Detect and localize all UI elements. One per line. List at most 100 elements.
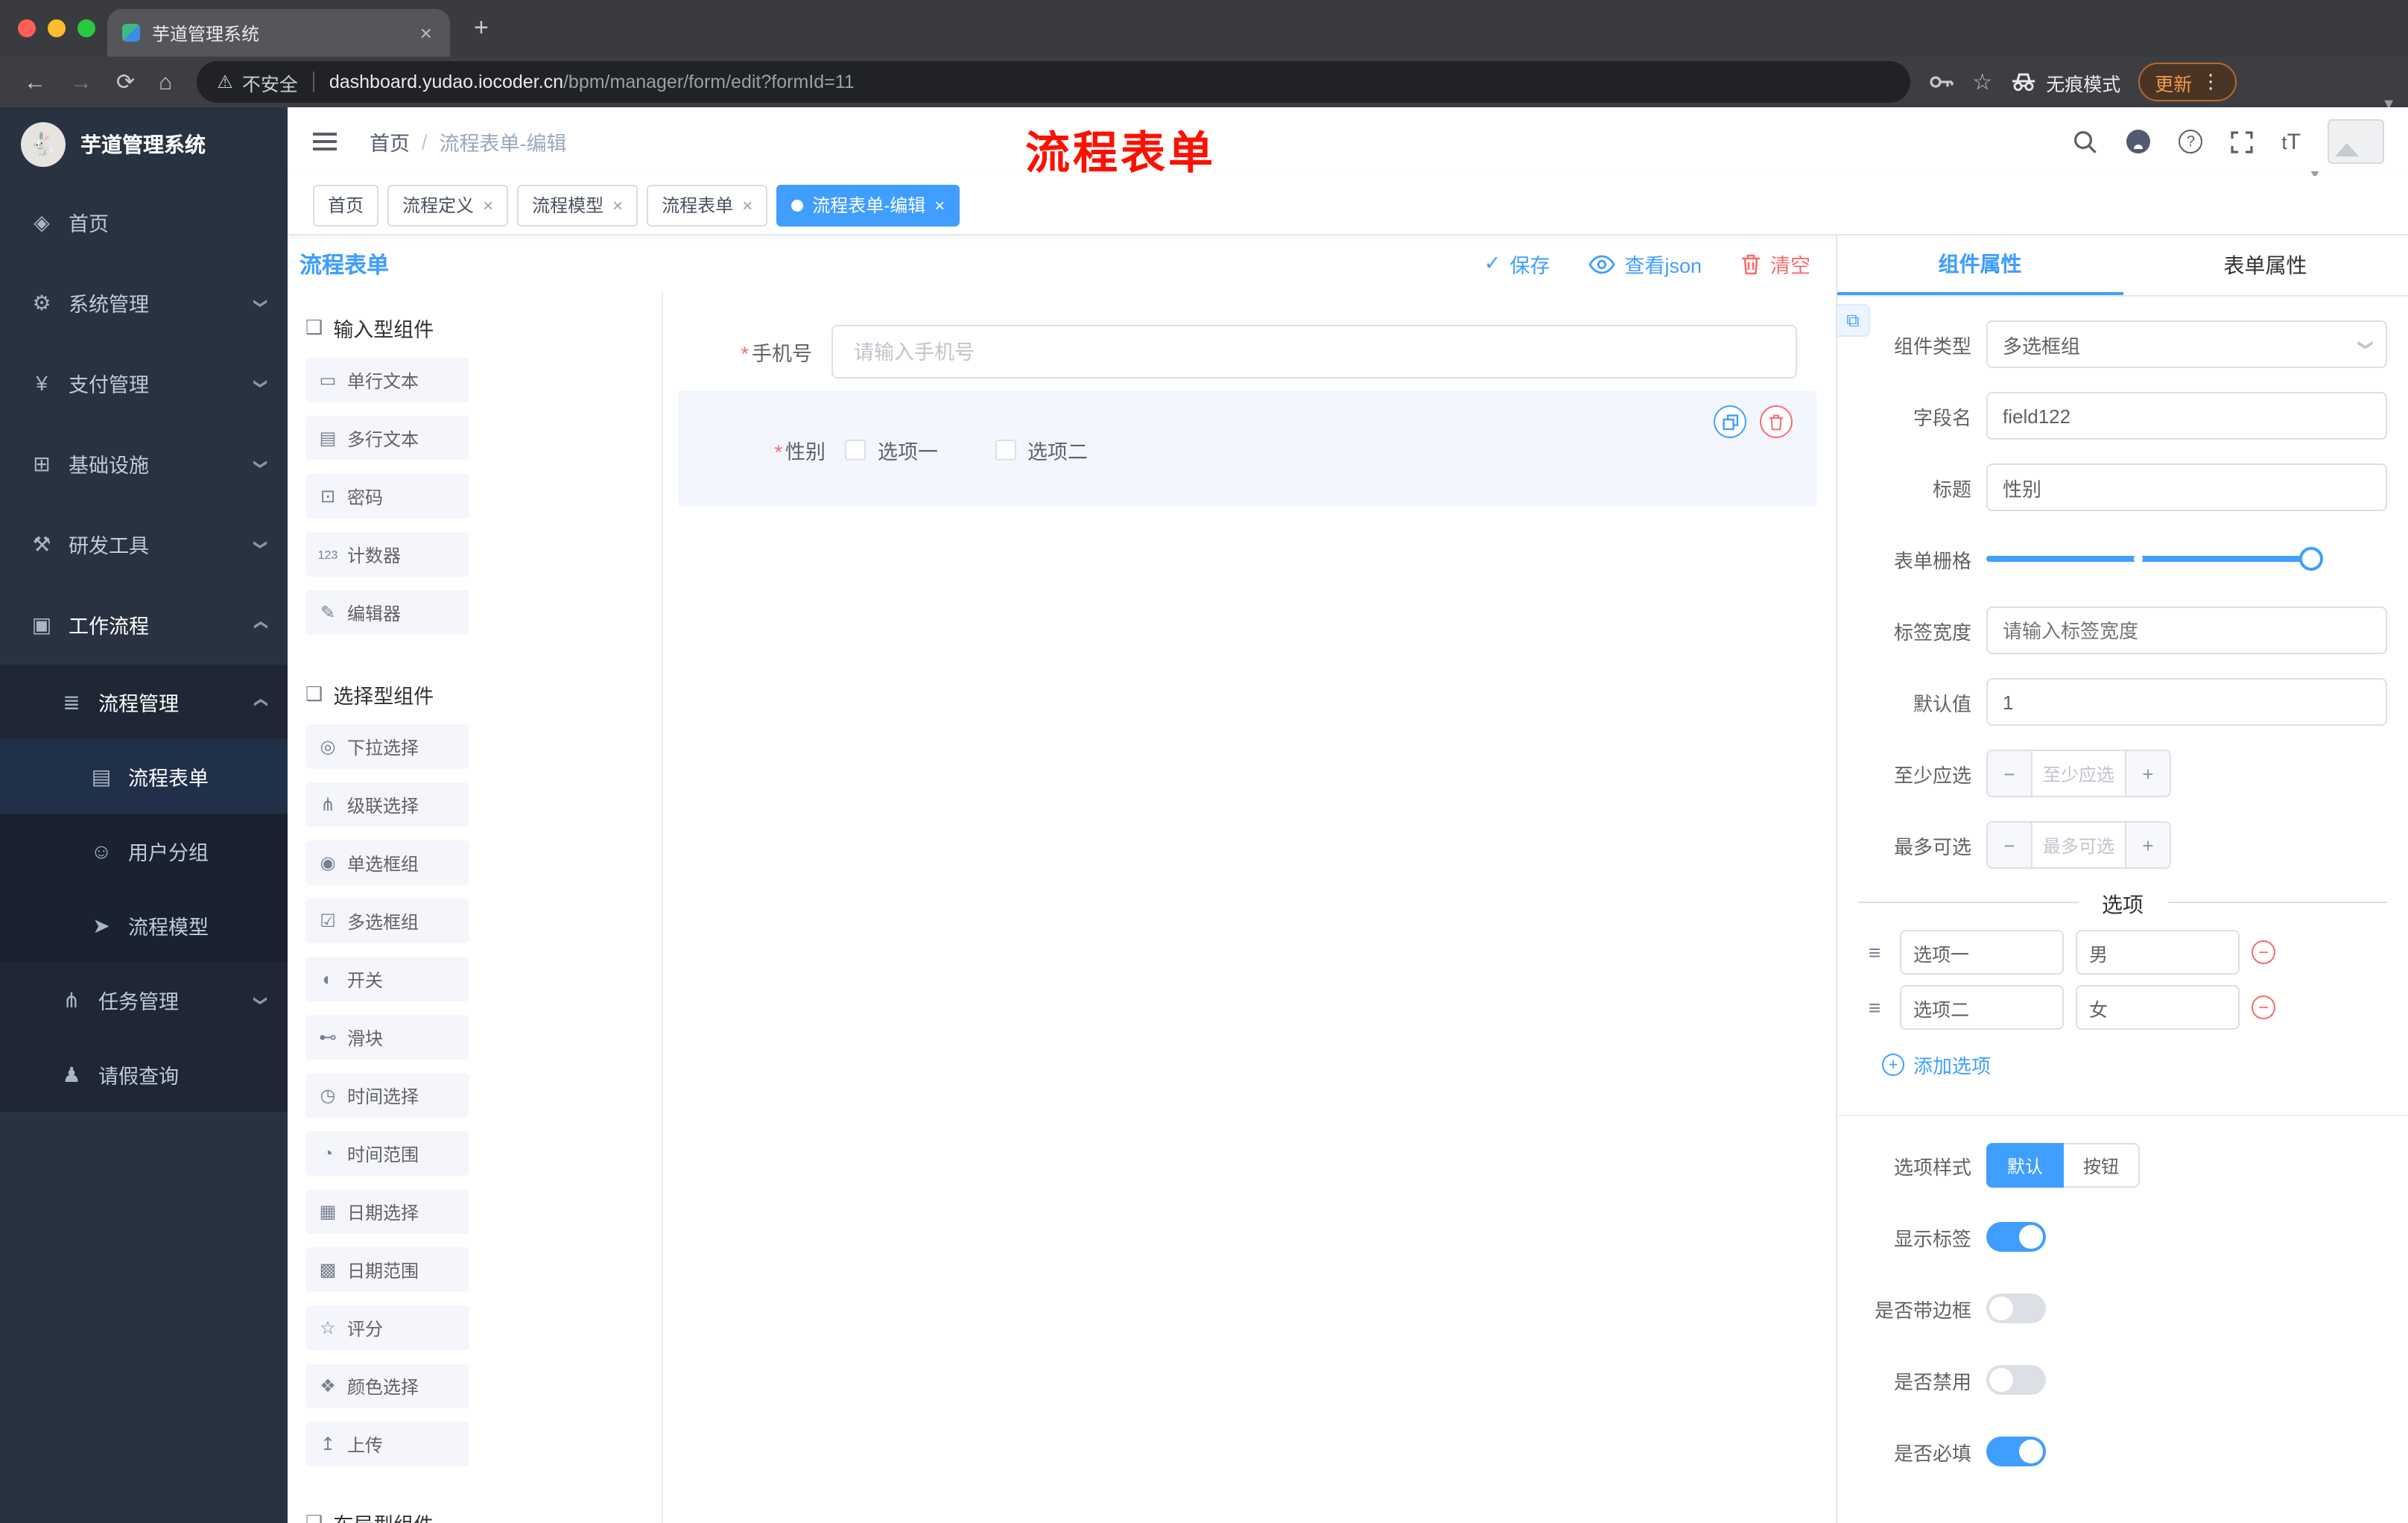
palette-item-cascader[interactable]: ⋔ 级联选择 bbox=[305, 782, 469, 827]
update-button[interactable]: 更新 ⋮ bbox=[2138, 63, 2237, 101]
minus-button[interactable]: − bbox=[1988, 823, 2032, 867]
home-icon[interactable]: ⌂ bbox=[159, 69, 172, 95]
delete-widget-button[interactable] bbox=[1760, 405, 1793, 438]
palette-item-date-picker[interactable]: ▦ 日期选择 bbox=[305, 1189, 469, 1234]
slider-handle[interactable] bbox=[2299, 547, 2323, 571]
title-input[interactable] bbox=[1986, 463, 2387, 511]
breadcrumb-home[interactable]: 首页 bbox=[370, 127, 410, 156]
sidebar-item-process-form[interactable]: ▤ 流程表单 bbox=[0, 739, 288, 814]
link-icon[interactable]: ⧉ bbox=[1837, 304, 1870, 337]
palette-item-select[interactable]: ◎ 下拉选择 bbox=[305, 724, 469, 769]
field-name-input[interactable] bbox=[1986, 392, 2387, 440]
default-value-input[interactable] bbox=[1986, 678, 2387, 726]
drag-handle-icon[interactable]: ≡ bbox=[1861, 940, 1888, 964]
gender-option-1[interactable]: 选项一 bbox=[845, 435, 938, 465]
option-label-input[interactable] bbox=[1900, 985, 2064, 1030]
close-icon[interactable]: × bbox=[742, 194, 752, 215]
key-icon[interactable] bbox=[1927, 70, 1954, 94]
sidebar-item-devtools[interactable]: ⚒ 研发工具 ❯ bbox=[0, 504, 288, 584]
sidebar-item-home[interactable]: ◈ 首页 bbox=[0, 182, 288, 262]
remove-option-icon[interactable]: − bbox=[2252, 940, 2275, 964]
component-type-select[interactable]: 多选框组 ❯ bbox=[1986, 320, 2387, 368]
new-tab-button[interactable]: + bbox=[474, 14, 489, 42]
sidebar-item-infrastructure[interactable]: ⊞ 基础设施 ❯ bbox=[0, 423, 288, 504]
remove-option-icon[interactable]: − bbox=[2252, 995, 2275, 1019]
plus-button[interactable]: + bbox=[2125, 751, 2170, 796]
sidebar-item-workflow[interactable]: ▣ 工作流程 ❯ bbox=[0, 584, 288, 665]
palette-item-checkbox-group[interactable]: ☑ 多选框组 bbox=[305, 899, 469, 943]
add-option-button[interactable]: + 添加选项 bbox=[1882, 1051, 2408, 1079]
palette-item-text-field[interactable]: ▭ 单行文本 bbox=[305, 358, 469, 402]
grid-slider[interactable] bbox=[1986, 547, 2323, 571]
plus-button[interactable]: + bbox=[2125, 823, 2170, 867]
palette-item-radio-group[interactable]: ◉ 单选框组 bbox=[305, 840, 469, 885]
sidebar-item-task-management[interactable]: ⋔ 任务管理 ❯ bbox=[0, 963, 288, 1037]
palette-item-password[interactable]: ⊡ 密码 bbox=[305, 474, 469, 519]
palette-item-time-range[interactable]: ◔ 时间范围 bbox=[305, 1131, 469, 1176]
option-value-input[interactable] bbox=[2076, 930, 2240, 975]
tag-process-form[interactable]: 流程表单 × bbox=[647, 184, 768, 226]
option-label-input[interactable] bbox=[1900, 930, 2064, 975]
palette-item-time-picker[interactable]: ◷ 时间选择 bbox=[305, 1073, 469, 1118]
style-default-button[interactable]: 默认 bbox=[1986, 1143, 2065, 1188]
tab-form-props[interactable]: 表单属性 bbox=[2123, 235, 2408, 295]
max-select-value[interactable]: 最多可选 bbox=[2032, 823, 2125, 867]
tag-home[interactable]: 首页 bbox=[313, 184, 379, 226]
palette-item-textarea[interactable]: ▤ 多行文本 bbox=[305, 416, 469, 460]
search-icon[interactable] bbox=[2073, 129, 2098, 154]
browser-tab[interactable]: 芋道管理系统 × bbox=[107, 9, 450, 57]
style-button-button[interactable]: 按钮 bbox=[2064, 1143, 2141, 1188]
gender-widget-selected[interactable]: * 性别 选项一 选项二 bbox=[678, 390, 1816, 507]
window-zoom-button[interactable] bbox=[77, 19, 95, 37]
view-json-button[interactable]: 查看json bbox=[1588, 249, 1702, 279]
window-close-button[interactable] bbox=[18, 19, 36, 37]
avatar[interactable] bbox=[2328, 119, 2384, 164]
border-toggle[interactable] bbox=[1986, 1294, 2046, 1323]
close-icon[interactable]: × bbox=[934, 194, 945, 215]
palette-item-slider[interactable]: ⊷ 滑块 bbox=[305, 1015, 469, 1060]
phone-input[interactable] bbox=[831, 325, 1797, 379]
back-icon[interactable]: ← bbox=[24, 69, 46, 95]
drag-handle-icon[interactable]: ≡ bbox=[1861, 995, 1888, 1019]
window-minimize-button[interactable] bbox=[48, 19, 66, 37]
tab-component-props[interactable]: 组件属性 bbox=[1837, 235, 2123, 295]
checkbox-icon[interactable] bbox=[845, 440, 866, 460]
tag-process-model[interactable]: 流程模型 × bbox=[517, 184, 639, 226]
menu-fold-icon[interactable] bbox=[313, 133, 337, 136]
show-label-toggle[interactable] bbox=[1986, 1222, 2046, 1252]
checkbox-icon[interactable] bbox=[995, 440, 1016, 460]
palette-item-color-picker[interactable]: ❖ 颜色选择 bbox=[305, 1364, 469, 1408]
reload-icon[interactable]: ⟳ bbox=[116, 69, 135, 95]
palette-item-editor[interactable]: ✎ 编辑器 bbox=[305, 590, 469, 635]
label-width-input[interactable] bbox=[1986, 607, 2387, 654]
tab-close-icon[interactable]: × bbox=[417, 21, 435, 45]
palette-item-upload[interactable]: ↥ 上传 bbox=[305, 1422, 469, 1466]
close-icon[interactable]: × bbox=[612, 194, 623, 215]
sidebar-item-system[interactable]: ⚙ 系统管理 ❯ bbox=[0, 262, 288, 343]
help-icon[interactable]: ? bbox=[2179, 130, 2203, 153]
clear-button[interactable]: 清空 bbox=[1740, 249, 1810, 279]
tag-process-form-edit[interactable]: 流程表单-编辑 × bbox=[776, 184, 960, 226]
palette-item-counter[interactable]: 123 计数器 bbox=[305, 532, 469, 577]
gender-option-2[interactable]: 选项二 bbox=[995, 435, 1088, 465]
sidebar-item-payment[interactable]: ¥ 支付管理 ❯ bbox=[0, 343, 288, 423]
option-value-input[interactable] bbox=[2076, 985, 2240, 1030]
sidebar-item-process-management[interactable]: ≣ 流程管理 ❯ bbox=[0, 665, 288, 739]
palette-item-rate[interactable]: ☆ 评分 bbox=[305, 1305, 469, 1350]
minus-button[interactable]: − bbox=[1988, 751, 2032, 796]
min-select-value[interactable]: 至少应选 bbox=[2032, 751, 2125, 796]
browser-menu-icon[interactable]: ⋮ bbox=[2201, 70, 2220, 94]
forward-icon[interactable]: → bbox=[70, 69, 92, 95]
sidebar-item-user-group[interactable]: ☺ 用户分组 bbox=[0, 814, 288, 888]
palette-item-switch[interactable]: ◐ 开关 bbox=[305, 957, 469, 1001]
tag-process-definition[interactable]: 流程定义 × bbox=[387, 184, 509, 226]
font-size-icon[interactable]: tT bbox=[2281, 129, 2301, 154]
bookmark-star-icon[interactable]: ☆ bbox=[1972, 69, 1992, 95]
palette-item-date-range[interactable]: ▩ 日期范围 bbox=[305, 1247, 469, 1292]
sidebar-item-process-model[interactable]: ➤ 流程模型 bbox=[0, 888, 288, 963]
copy-widget-button[interactable] bbox=[1714, 405, 1746, 438]
required-toggle[interactable] bbox=[1986, 1437, 2046, 1466]
sidebar-item-leave-query[interactable]: ♟ 请假查询 bbox=[0, 1037, 288, 1112]
address-bar[interactable]: ⚠ 不安全 dashboard.yudao.iocoder.cn /bpm/ma… bbox=[196, 61, 1910, 103]
save-button[interactable]: ✓ 保存 bbox=[1484, 249, 1550, 279]
